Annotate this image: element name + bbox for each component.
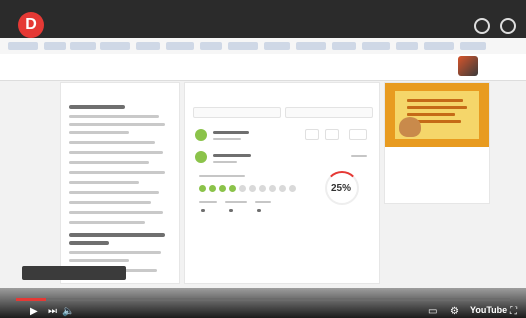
course-card[interactable]	[384, 82, 490, 204]
stat-value	[201, 209, 205, 212]
video-frame: D 25% ▶ ⏭ 🔈 ▭ ⚙ YouTube ⛶	[0, 0, 526, 318]
lesson-item[interactable]	[69, 221, 145, 224]
stat-value	[229, 209, 233, 212]
progress-dot	[289, 185, 296, 192]
stat-value	[257, 209, 261, 212]
lesson-item[interactable]	[69, 141, 155, 144]
fullscreen-icon[interactable]: ⛶	[510, 306, 517, 317]
status-icon	[195, 151, 207, 163]
progress-dot-done	[209, 185, 216, 192]
player-tooltip	[22, 266, 126, 280]
statistics-panel: 25%	[184, 82, 380, 284]
next-icon[interactable]: ⏭	[48, 306, 57, 317]
video-progress-fill	[16, 298, 46, 301]
filter-field[interactable]	[285, 107, 373, 118]
lesson-item[interactable]	[69, 161, 149, 164]
lesson-section[interactable]	[69, 241, 109, 245]
lesson-item[interactable]	[69, 191, 159, 194]
play-icon[interactable]: ▶	[30, 306, 38, 317]
progress-dot-done	[199, 185, 206, 192]
settings-icon[interactable]: ⚙	[450, 306, 459, 317]
row-control[interactable]	[349, 129, 367, 140]
yt-top-icons	[474, 18, 516, 34]
lesson-item[interactable]	[69, 123, 165, 126]
lesson-item[interactable]	[69, 251, 161, 254]
stat-label	[255, 201, 271, 203]
watch-later-icon[interactable]	[474, 18, 490, 34]
app-header	[0, 54, 526, 81]
stat-label	[225, 201, 247, 203]
lesson-section[interactable]	[69, 233, 165, 237]
progress-dot	[269, 185, 276, 192]
row-subtitle	[213, 138, 241, 140]
row-subtitle	[213, 161, 237, 163]
progress-dot	[279, 185, 286, 192]
lesson-item[interactable]	[69, 181, 139, 184]
lesson-item[interactable]	[69, 131, 129, 134]
youtube-top-bar: D	[0, 0, 526, 38]
stat-label	[199, 201, 217, 203]
youtube-logo[interactable]: YouTube	[470, 305, 507, 315]
lesson-item[interactable]	[69, 211, 163, 214]
progress-dot-done	[219, 185, 226, 192]
progress-percent: 25%	[331, 183, 352, 194]
progress-dot-done	[229, 185, 236, 192]
avatar[interactable]	[458, 56, 478, 76]
row-control[interactable]	[325, 129, 339, 140]
progress-label	[199, 175, 245, 177]
course-image	[385, 83, 489, 147]
progress-dot	[249, 185, 256, 192]
bookmarks-bar	[0, 38, 526, 55]
lesson-item[interactable]	[69, 201, 151, 204]
filter-field[interactable]	[193, 107, 281, 118]
progress-dot	[239, 185, 246, 192]
row-meta	[351, 155, 367, 157]
captions-icon[interactable]: ▭	[428, 306, 437, 317]
lesson-item[interactable]	[69, 171, 165, 174]
owl-icon	[399, 117, 421, 137]
channel-logo[interactable]: D	[18, 12, 44, 38]
lessons-panel	[60, 82, 180, 284]
status-icon	[195, 129, 207, 141]
progress-dot	[259, 185, 266, 192]
lesson-item[interactable]	[69, 115, 159, 118]
row-title	[213, 131, 249, 134]
row-title	[213, 154, 251, 157]
youtube-controls	[0, 288, 526, 318]
lesson-item[interactable]	[69, 151, 163, 154]
video-progress-bar[interactable]	[16, 298, 510, 301]
volume-icon[interactable]: 🔈	[62, 306, 74, 317]
lesson-item[interactable]	[69, 259, 129, 262]
row-control[interactable]	[305, 129, 319, 140]
lesson-section[interactable]	[69, 105, 125, 109]
share-icon[interactable]	[500, 18, 516, 34]
